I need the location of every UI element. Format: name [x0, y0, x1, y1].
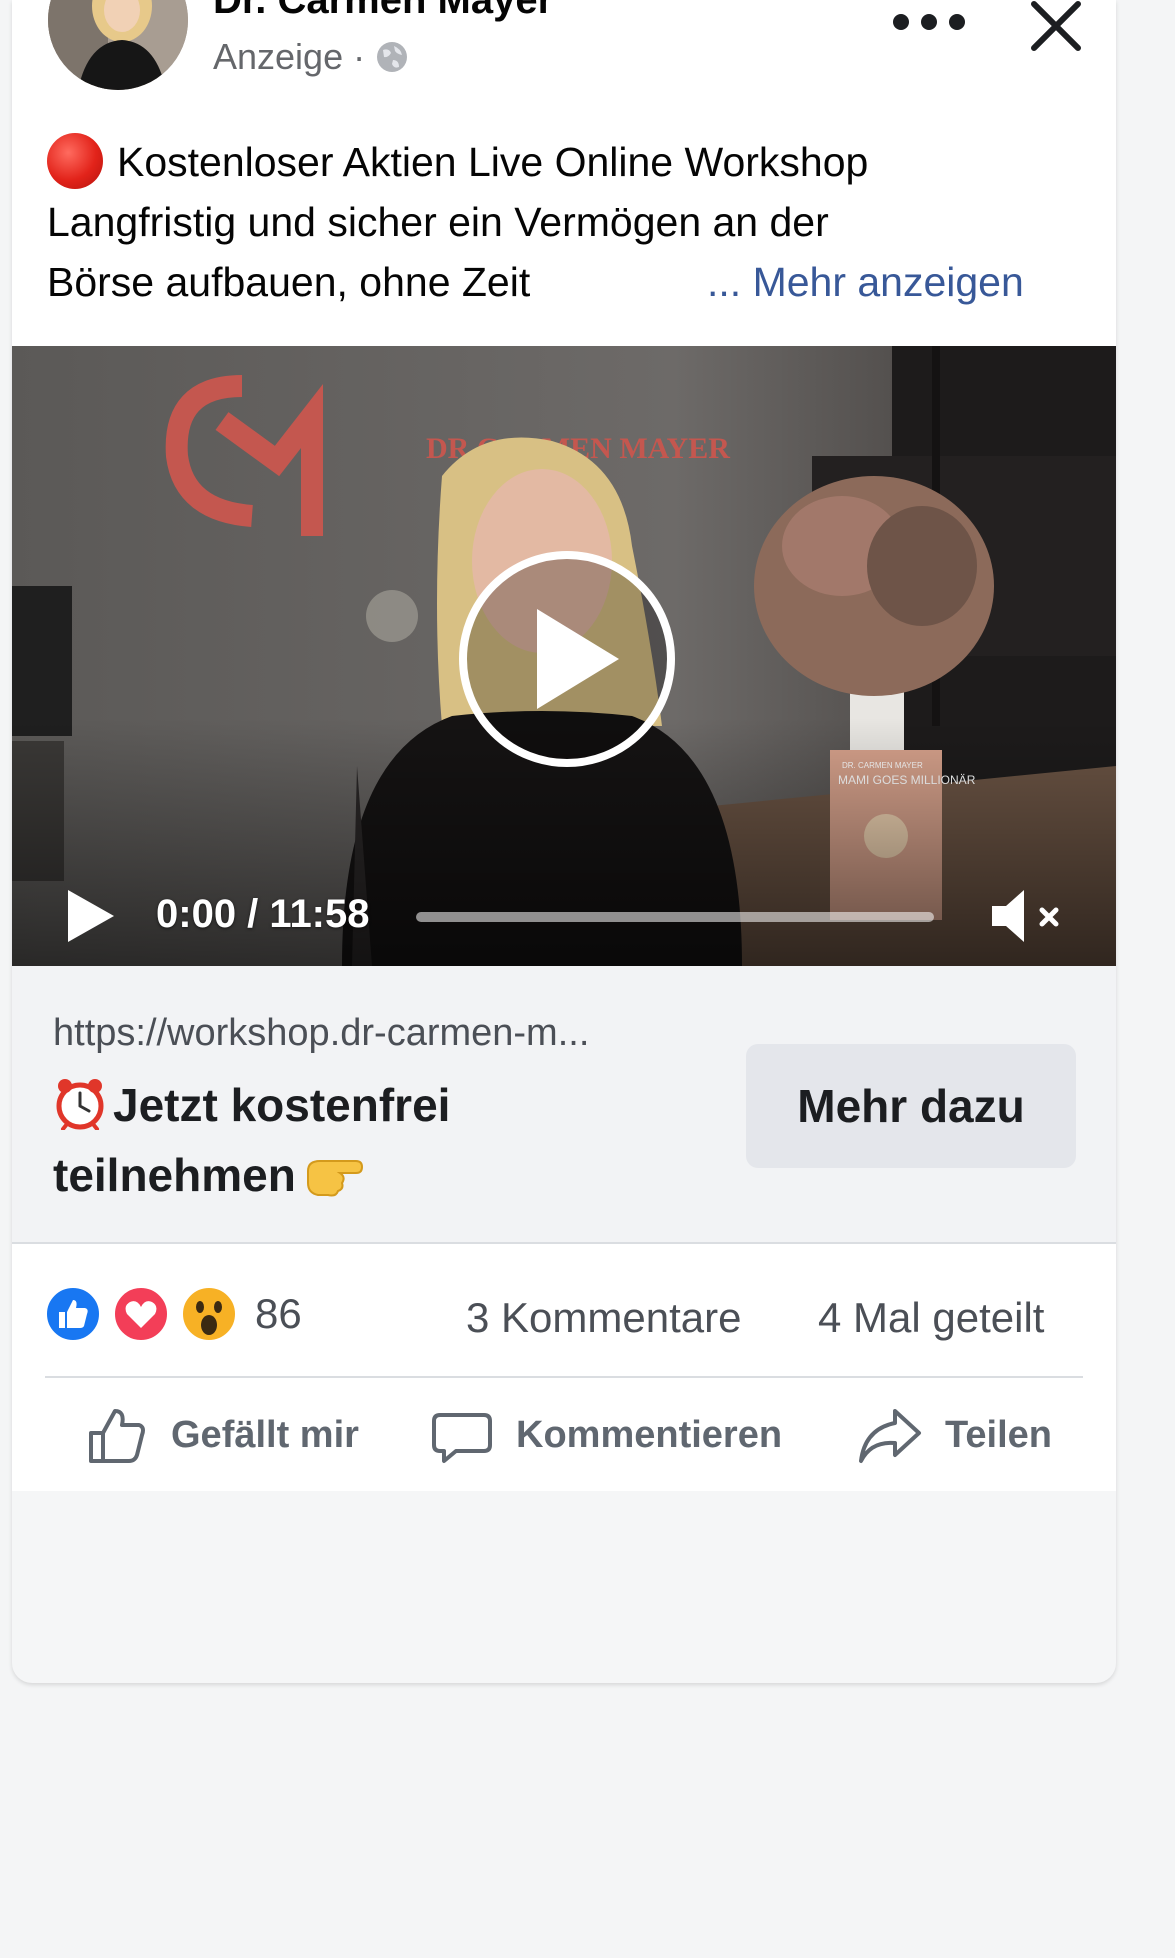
link-domain: https://workshop.dr-carmen-m...: [53, 1012, 590, 1054]
red-circle-emoji-icon: [47, 133, 103, 190]
headline-line-1: Jetzt kostenfrei: [113, 1079, 451, 1131]
like-action-button[interactable]: Gefällt mir: [85, 1390, 359, 1480]
post-text-3: Börse aufbauen, ohne Zeit: [47, 259, 531, 305]
post-footer: 86 3 Kommentare 4 Mal geteilt Gefällt mi…: [12, 1244, 1116, 1491]
comments-count-link[interactable]: 3 Kommentare: [466, 1294, 741, 1342]
video-player[interactable]: DR.CARMEN MAYER AKTIEN MACHT DR. CARMEN …: [12, 346, 1116, 966]
video-progress-bar[interactable]: [416, 912, 934, 922]
play-icon: [68, 890, 114, 942]
pointing-hand-emoji-icon: [306, 1159, 363, 1197]
play-overlay-button[interactable]: [455, 547, 679, 771]
play-button[interactable]: [62, 886, 118, 946]
comment-bubble-icon: [432, 1413, 492, 1463]
alarm-clock-emoji-icon: [56, 1078, 104, 1130]
wow-reaction-icon: [181, 1286, 237, 1342]
post-actions: Gefällt mir Kommentieren Teilen: [45, 1390, 1083, 1480]
ad-post-card: Dr. Carmen Mayer Anzeige · Kostenloser A…: [12, 0, 1116, 1683]
more-dots-icon: [893, 14, 965, 30]
share-arrow-icon: [859, 1409, 921, 1463]
page-name[interactable]: Dr. Carmen Mayer: [213, 0, 553, 23]
love-reaction-icon: [113, 1286, 169, 1342]
mute-button[interactable]: [986, 882, 1072, 950]
share-action-button[interactable]: Teilen: [857, 1390, 1052, 1480]
video-controls: 0:00 / 11:58: [12, 846, 1116, 966]
like-action-label: Gefällt mir: [171, 1413, 359, 1456]
post-text-line-3: Börse aufbauen, ohne Zeit ... Mehr anzeig…: [47, 252, 1087, 312]
play-circle-icon: [459, 551, 675, 767]
speaker-muted-icon: [992, 890, 1059, 942]
link-preview[interactable]: https://workshop.dr-carmen-m... Jetzt ko…: [12, 966, 1116, 1244]
headline-line-2: teilnehmen: [53, 1149, 296, 1201]
sponsored-label: Anzeige ·: [213, 36, 409, 78]
post-text-line-1: Kostenloser Aktien Live Online Workshop: [47, 132, 1087, 192]
link-headline: Jetzt kostenfrei teilnehmen: [53, 1070, 673, 1210]
shares-count-link[interactable]: 4 Mal geteilt: [818, 1294, 1044, 1342]
post-text: Kostenloser Aktien Live Online Workshop …: [47, 132, 1087, 312]
learn-more-button[interactable]: Mehr dazu: [746, 1044, 1076, 1168]
see-more-link[interactable]: ... Mehr anzeigen: [707, 252, 1024, 312]
like-reaction-icon: [45, 1286, 101, 1342]
thumbs-up-icon: [89, 1409, 145, 1463]
more-options-button[interactable]: [888, 0, 970, 44]
reactions-summary[interactable]: 86: [45, 1284, 302, 1344]
close-button[interactable]: [1026, 0, 1086, 56]
post-text-1: Kostenloser Aktien Live Online Workshop: [117, 139, 869, 185]
comment-action-label: Kommentieren: [516, 1413, 783, 1456]
post-text-2: Langfristig und sicher ein Vermögen an d…: [47, 199, 829, 245]
video-time: 0:00 / 11:58: [156, 892, 370, 936]
footer-divider: [45, 1376, 1083, 1378]
close-icon: [1031, 1, 1081, 51]
comment-action-button[interactable]: Kommentieren: [430, 1390, 782, 1480]
sponsored-text: Anzeige ·: [213, 36, 366, 77]
share-action-label: Teilen: [945, 1413, 1052, 1456]
globe-icon: [377, 42, 408, 72]
post-text-line-2: Langfristig und sicher ein Vermögen an d…: [47, 192, 1087, 252]
reaction-count: 86: [255, 1290, 302, 1337]
